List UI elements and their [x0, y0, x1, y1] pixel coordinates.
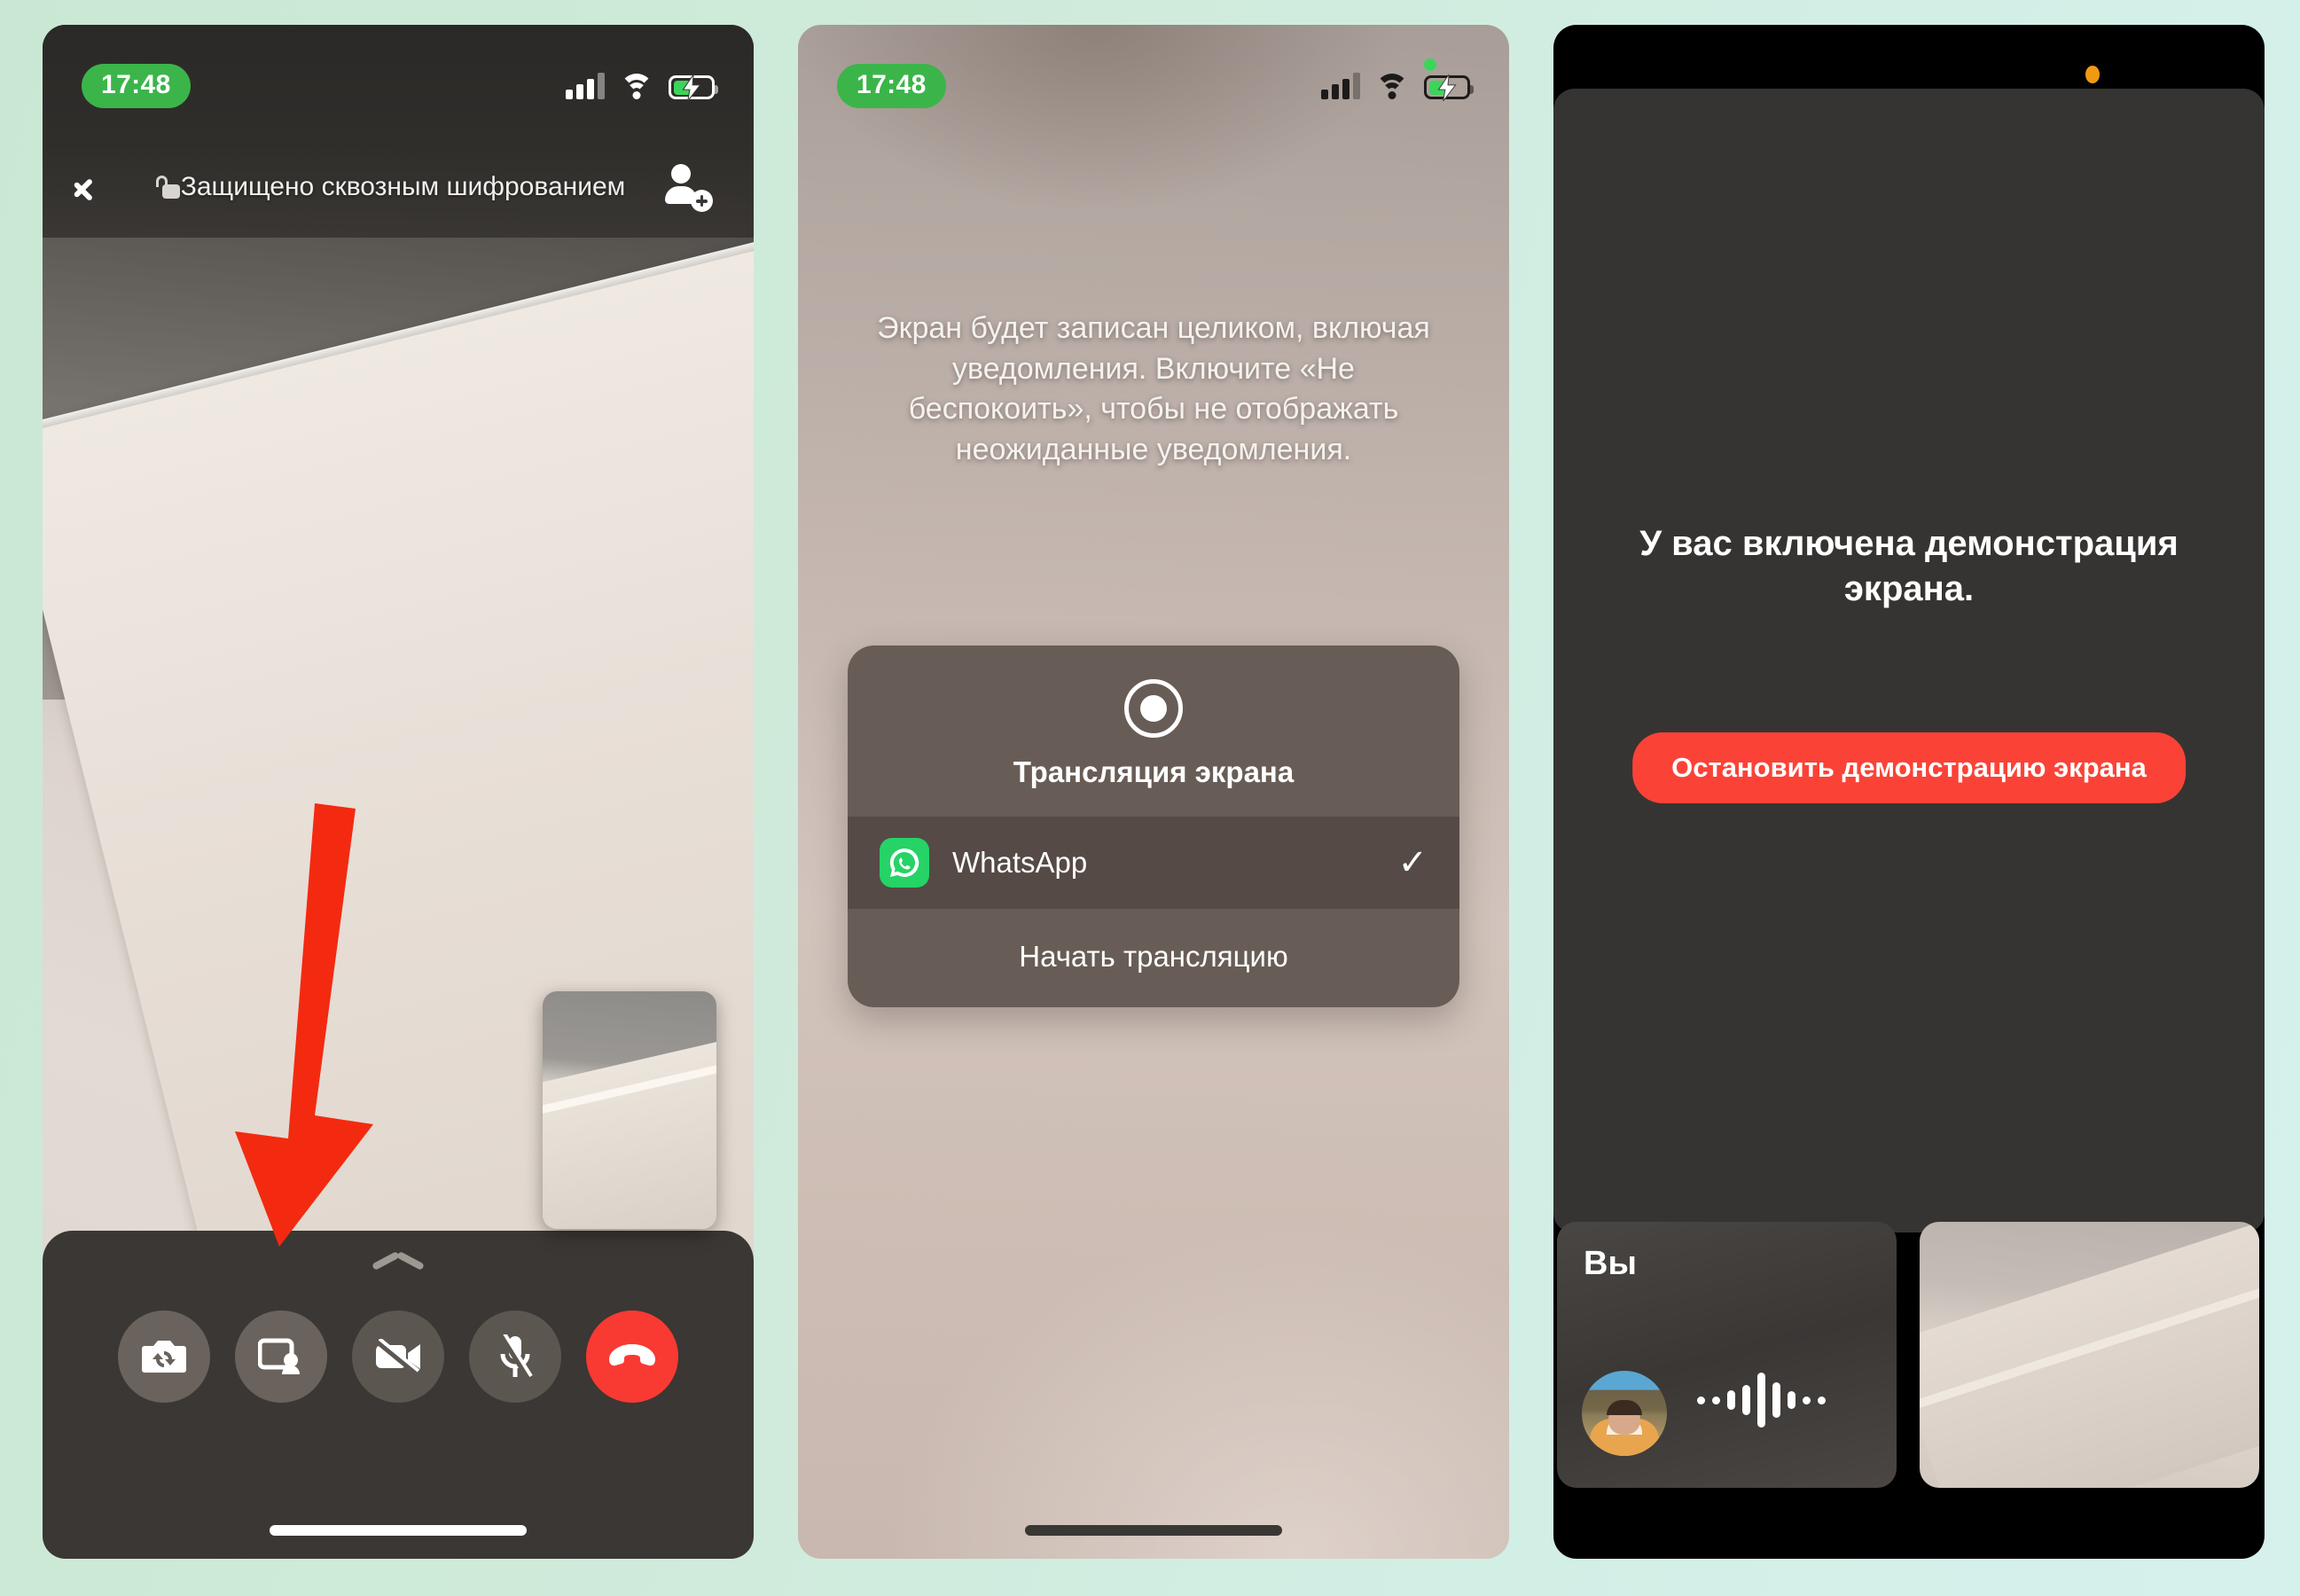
charging-bolt-icon — [1437, 74, 1457, 101]
sharing-message: У вас включена демонстрация экрана. — [1639, 524, 2179, 609]
video-off-button[interactable] — [352, 1310, 444, 1403]
status-bar-1: 17:48 — [43, 25, 754, 121]
status-icons — [1321, 59, 1474, 101]
charging-bolt-icon — [682, 74, 701, 101]
user-avatar — [1582, 1371, 1667, 1456]
self-tile[interactable]: Вы — [1557, 1222, 1897, 1488]
camera-flip-icon — [142, 1341, 186, 1373]
recording-notice: Экран будет записан целиком, включая уве… — [877, 311, 1430, 466]
app-name-label: WhatsApp — [952, 846, 1088, 879]
whatsapp-icon — [880, 838, 929, 888]
call-control-bar — [43, 1231, 754, 1559]
screen-share-icon — [258, 1338, 300, 1374]
wifi-icon — [1375, 74, 1409, 99]
status-time: 17:48 — [837, 64, 946, 108]
privacy-dot — [2085, 66, 2100, 83]
end-call-button[interactable] — [586, 1310, 678, 1403]
status-time: 17:48 — [82, 64, 191, 108]
end-call-icon — [609, 1344, 655, 1366]
screenshot-stage: 17:48 Защищено сквозным шифрованием 17:4… — [0, 0, 2300, 1596]
start-broadcast-button[interactable]: Начать трансляцию — [848, 910, 1459, 1007]
encryption-label: Защищено сквозным шифрованием — [180, 172, 626, 201]
broadcast-sheet: Трансляция экрана WhatsApp ✓ Начать тран… — [848, 645, 1459, 1007]
video-off-icon — [374, 1339, 420, 1374]
blur-bottom — [798, 1098, 1509, 1559]
mute-button[interactable] — [469, 1310, 561, 1403]
sheet-header: Трансляция экрана — [848, 645, 1459, 816]
record-circle-icon — [1124, 679, 1183, 738]
participant-tiles: Вы — [1553, 1222, 2265, 1488]
lock-icon — [153, 176, 180, 199]
home-indicator-1 — [270, 1525, 527, 1536]
panel-sharing-active: У вас включена демонстрация экрана. Оста… — [1553, 25, 2265, 1559]
self-tile-label: Вы — [1584, 1245, 1637, 1282]
call-header: Защищено сквозным шифрованием — [43, 147, 754, 227]
picture-in-picture-tile[interactable] — [543, 991, 716, 1229]
selected-check-icon: ✓ — [1397, 843, 1428, 882]
sheet-title: Трансляция экрана — [1013, 755, 1295, 788]
mic-off-icon — [498, 1334, 533, 1379]
wifi-icon — [620, 74, 653, 99]
app-row-whatsapp[interactable]: WhatsApp ✓ — [848, 816, 1459, 910]
recording-dot — [1424, 59, 1436, 71]
shared-screen-card — [1553, 89, 2265, 1232]
flip-camera-button[interactable] — [118, 1310, 210, 1403]
page-title: Защищено сквозным шифрованием — [113, 172, 665, 202]
cellular-signal-icon — [1321, 73, 1360, 99]
remote-video-tile[interactable] — [1920, 1222, 2259, 1488]
battery-charging-icon — [1424, 74, 1474, 101]
red-arrow-annotation — [235, 803, 373, 1247]
status-icons — [566, 73, 718, 101]
cellular-signal-icon — [566, 73, 605, 99]
panel-call-screen: 17:48 Защищено сквозным шифрованием — [43, 25, 754, 1559]
share-screen-button[interactable] — [235, 1310, 327, 1403]
status-bar-2: 17:48 — [798, 25, 1509, 121]
call-buttons-row — [118, 1310, 678, 1403]
home-indicator-2 — [1025, 1525, 1282, 1536]
battery-charging-icon — [669, 74, 718, 101]
expand-chevron-icon[interactable] — [372, 1252, 425, 1271]
stop-sharing-button[interactable]: Остановить демонстрацию экрана — [1632, 732, 2186, 803]
panel-broadcast-sheet: 17:48 Экран будет записан целиком, включ… — [798, 25, 1509, 1559]
add-person-icon[interactable] — [665, 164, 713, 212]
audio-waveform-icon — [1697, 1369, 1826, 1431]
back-chevron-icon[interactable] — [83, 163, 113, 211]
